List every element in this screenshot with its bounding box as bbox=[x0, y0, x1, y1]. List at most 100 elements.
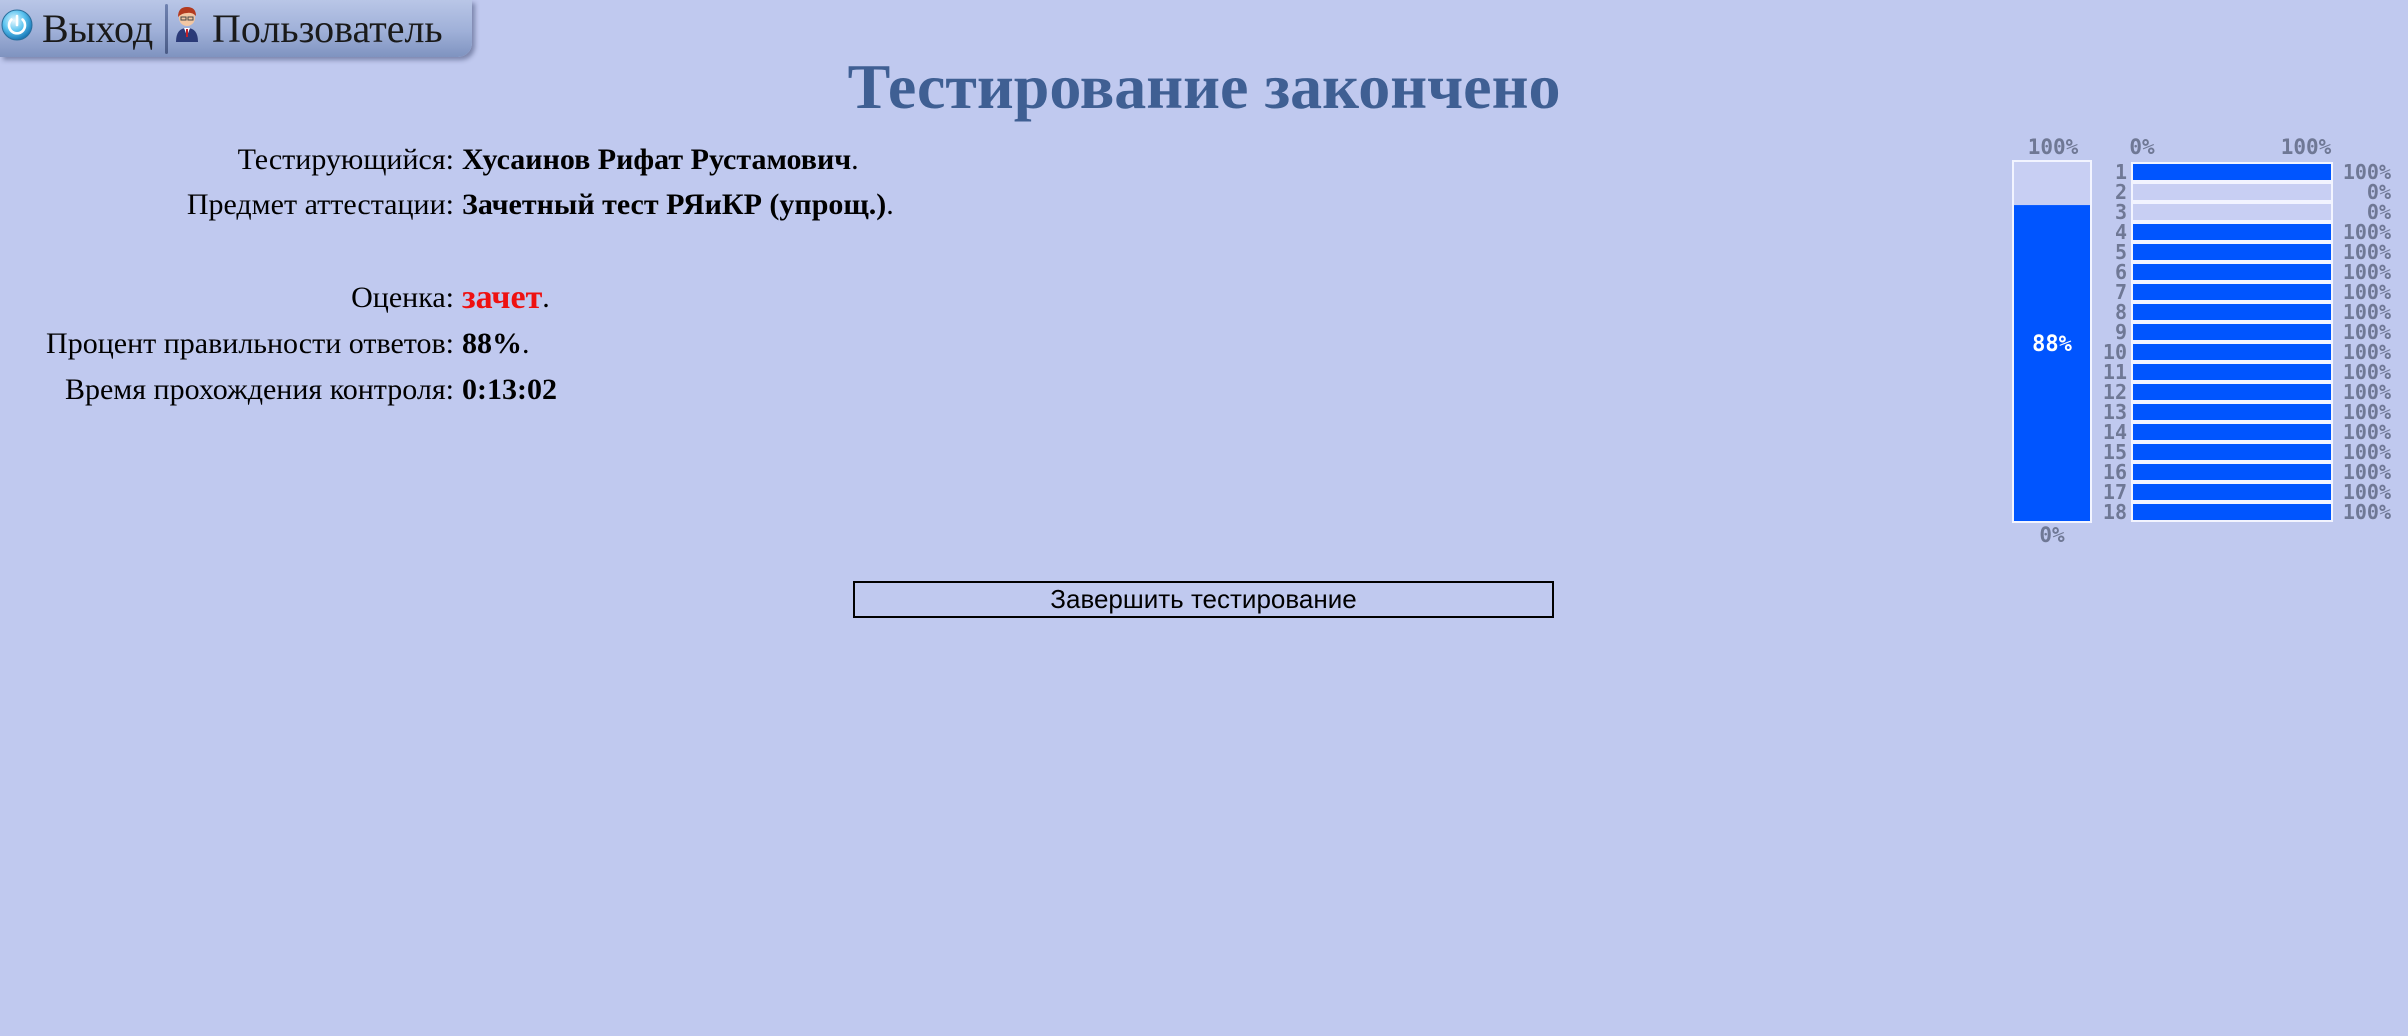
question-bars: 1 100% 2 0% 3 0% 4 100% 5 100% 6 100% 7 100% 8 100% 9 100… bbox=[2103, 160, 2391, 524]
question-bar-track bbox=[2131, 202, 2333, 222]
question-bar bbox=[2133, 464, 2331, 480]
question-value-label: 100% bbox=[2343, 480, 2391, 504]
tester-value: Хусаинов Рифат Рустамович bbox=[462, 143, 852, 176]
question-bar bbox=[2133, 304, 2331, 320]
question-number-label: 15 bbox=[2103, 440, 2127, 464]
grade-row: Оценка: зачет . bbox=[0, 278, 550, 318]
question-number-label: 2 bbox=[2115, 180, 2127, 204]
question-value-label: 100% bbox=[2343, 220, 2391, 244]
total-bar-bottom-label: 0% bbox=[2039, 523, 2065, 547]
time-row: Время прохождения контроля: 0:13:02 bbox=[0, 370, 557, 410]
question-number-label: 7 bbox=[2115, 280, 2127, 304]
question-bar-track bbox=[2131, 502, 2333, 522]
questions-axis-min-label: 0% bbox=[2129, 135, 2155, 159]
question-bar-track bbox=[2131, 382, 2333, 402]
question-bar bbox=[2133, 404, 2331, 420]
question-number-label: 1 bbox=[2115, 160, 2127, 184]
question-value-label: 100% bbox=[2343, 420, 2391, 444]
question-bar bbox=[2133, 264, 2331, 280]
power-icon bbox=[0, 5, 34, 52]
question-value-label: 100% bbox=[2343, 300, 2391, 324]
subject-period: . bbox=[886, 188, 894, 221]
question-bar bbox=[2133, 504, 2331, 520]
user-avatar-icon bbox=[170, 4, 204, 54]
total-bar-value-label: 88% bbox=[2032, 332, 2072, 357]
question-value-label: 100% bbox=[2343, 460, 2391, 484]
question-value-label: 100% bbox=[2343, 440, 2391, 464]
question-bar-track bbox=[2131, 362, 2333, 382]
question-number-label: 10 bbox=[2103, 340, 2127, 364]
question-number-label: 3 bbox=[2115, 200, 2127, 224]
top-toolbar: Выход Пользователь bbox=[0, 0, 472, 57]
question-bar bbox=[2133, 324, 2331, 340]
total-bar-fill bbox=[2014, 205, 2090, 521]
question-value-label: 100% bbox=[2343, 400, 2391, 424]
question-number-label: 5 bbox=[2115, 240, 2127, 264]
question-value-label: 100% bbox=[2343, 340, 2391, 364]
page-title: Тестирование закончено bbox=[847, 51, 1561, 122]
question-value-label: 100% bbox=[2343, 380, 2391, 404]
tester-label: Тестирующийся: bbox=[237, 143, 454, 176]
percent-row: Процент правильности ответов: 88% . bbox=[0, 324, 530, 364]
exit-button[interactable]: Выход bbox=[0, 0, 165, 57]
user-label: Пользователь bbox=[212, 6, 443, 51]
question-bar bbox=[2133, 484, 2331, 500]
question-bar-track bbox=[2131, 402, 2333, 422]
question-bar-track bbox=[2131, 262, 2333, 282]
question-bar-track bbox=[2131, 182, 2333, 202]
question-bar-track bbox=[2131, 222, 2333, 242]
question-bar bbox=[2133, 384, 2331, 400]
exit-label: Выход bbox=[42, 6, 154, 51]
question-bar-track bbox=[2131, 162, 2333, 182]
subject-row: Предмет аттестации: Зачетный тест РЯиКР … bbox=[0, 185, 894, 225]
question-number-label: 12 bbox=[2103, 380, 2127, 404]
question-number-label: 9 bbox=[2115, 320, 2127, 344]
total-bar-frame bbox=[2012, 160, 2092, 523]
question-value-label: 100% bbox=[2343, 240, 2391, 264]
question-bar bbox=[2133, 424, 2331, 440]
question-bar-track bbox=[2131, 422, 2333, 442]
total-bar-top-label: 100% bbox=[2028, 135, 2079, 159]
subject-value: Зачетный тест РЯиКР (упрощ.) bbox=[462, 188, 887, 221]
question-bar bbox=[2133, 364, 2331, 380]
question-bar-track bbox=[2131, 442, 2333, 462]
subject-label: Предмет аттестации: bbox=[186, 188, 454, 221]
questions-axis-max-label: 100% bbox=[2281, 135, 2332, 159]
question-value-label: 100% bbox=[2343, 500, 2391, 524]
question-value-label: 100% bbox=[2343, 360, 2391, 384]
toolbar-separator bbox=[165, 4, 168, 54]
question-bar-track bbox=[2131, 462, 2333, 482]
user-button[interactable]: Пользователь bbox=[170, 0, 470, 57]
question-value-label: 0% bbox=[2367, 180, 2391, 204]
question-bar-track bbox=[2131, 242, 2333, 262]
question-value-label: 100% bbox=[2343, 280, 2391, 304]
time-label: Время прохождения контроля: bbox=[64, 373, 454, 406]
question-bar bbox=[2133, 284, 2331, 300]
question-number-label: 17 bbox=[2103, 480, 2127, 504]
question-number-label: 8 bbox=[2115, 300, 2127, 324]
question-number-label: 18 bbox=[2103, 500, 2127, 524]
time-value: 0:13:02 bbox=[462, 373, 557, 406]
question-bar bbox=[2133, 164, 2331, 180]
grade-period: . bbox=[542, 281, 550, 314]
tester-period: . bbox=[851, 143, 859, 176]
question-number-label: 11 bbox=[2103, 360, 2127, 384]
grade-value: зачет bbox=[462, 279, 543, 316]
question-number-label: 13 bbox=[2103, 400, 2127, 424]
question-bar bbox=[2133, 244, 2331, 260]
question-value-label: 0% bbox=[2367, 200, 2391, 224]
percent-period: . bbox=[522, 327, 530, 360]
question-number-label: 6 bbox=[2115, 260, 2127, 284]
question-number-label: 16 bbox=[2103, 460, 2127, 484]
question-bar-track bbox=[2131, 282, 2333, 302]
question-number-label: 14 bbox=[2103, 420, 2127, 444]
question-bar-track bbox=[2131, 302, 2333, 322]
question-bar bbox=[2133, 344, 2331, 360]
tester-row: Тестирующийся: Хусаинов Рифат Рустамович… bbox=[0, 140, 859, 180]
finish-testing-button[interactable]: Завершить тестирование bbox=[853, 581, 1554, 618]
question-bar-track bbox=[2131, 482, 2333, 502]
question-bar bbox=[2133, 444, 2331, 460]
question-value-label: 100% bbox=[2343, 160, 2391, 184]
percent-value: 88% bbox=[462, 327, 522, 360]
question-bar-track bbox=[2131, 342, 2333, 362]
